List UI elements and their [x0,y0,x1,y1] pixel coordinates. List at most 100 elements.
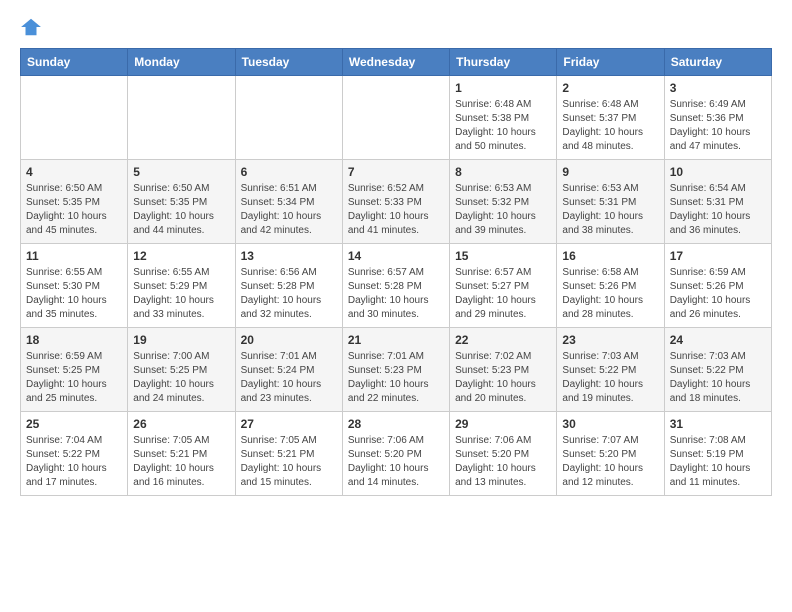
calendar-cell [128,76,235,160]
day-info: Sunrise: 6:52 AM Sunset: 5:33 PM Dayligh… [348,182,444,238]
calendar-week-row: 18 Sunrise: 6:59 AM Sunset: 5:25 PM Dayli… [21,328,772,412]
calendar-cell: 20 Sunrise: 7:01 AM Sunset: 5:24 PM Dayli… [235,328,342,412]
calendar-cell: 28 Sunrise: 7:06 AM Sunset: 5:20 PM Dayli… [342,412,449,496]
day-number: 25 [26,417,122,431]
day-number: 11 [26,249,122,263]
day-number: 23 [562,333,658,347]
day-number: 22 [455,333,551,347]
day-info: Sunrise: 6:51 AM Sunset: 5:34 PM Dayligh… [241,182,337,238]
day-number: 9 [562,165,658,179]
calendar-cell: 27 Sunrise: 7:05 AM Sunset: 5:21 PM Dayli… [235,412,342,496]
day-info: Sunrise: 7:01 AM Sunset: 5:23 PM Dayligh… [348,350,444,406]
calendar-cell: 13Sunrise: 6:56 AM Sunset: 5:28 PM Dayli… [235,244,342,328]
day-info: Sunrise: 7:05 AM Sunset: 5:21 PM Dayligh… [241,434,337,490]
day-info: Sunrise: 7:02 AM Sunset: 5:23 PM Dayligh… [455,350,551,406]
day-info: Sunrise: 7:06 AM Sunset: 5:20 PM Dayligh… [455,434,551,490]
calendar-cell: 15 Sunrise: 6:57 AM Sunset: 5:27 PM Dayli… [450,244,557,328]
day-number: 19 [133,333,229,347]
day-number: 26 [133,417,229,431]
day-number: 20 [241,333,337,347]
day-number: 24 [670,333,766,347]
header-monday: Monday [128,49,235,76]
day-info: Sunrise: 6:50 AM Sunset: 5:35 PM Dayligh… [133,182,229,238]
calendar-week-row: 11 Sunrise: 6:55 AM Sunset: 5:30 PM Dayli… [21,244,772,328]
header-sunday: Sunday [21,49,128,76]
calendar-week-row: 1Sunrise: 6:48 AM Sunset: 5:38 PM Daylig… [21,76,772,160]
day-number: 5 [133,165,229,179]
day-info: Sunrise: 6:57 AM Sunset: 5:27 PM Dayligh… [455,266,551,322]
calendar-cell: 21 Sunrise: 7:01 AM Sunset: 5:23 PM Dayli… [342,328,449,412]
page-header [20,16,772,38]
day-number: 3 [670,81,766,95]
day-info: Sunrise: 6:53 AM Sunset: 5:31 PM Dayligh… [562,182,658,238]
calendar-cell: 5 Sunrise: 6:50 AM Sunset: 5:35 PM Daylig… [128,160,235,244]
calendar-cell: 10 Sunrise: 6:54 AM Sunset: 5:31 PM Dayli… [664,160,771,244]
header-friday: Friday [557,49,664,76]
day-info: Sunrise: 7:05 AM Sunset: 5:21 PM Dayligh… [133,434,229,490]
day-info: Sunrise: 6:59 AM Sunset: 5:25 PM Dayligh… [26,350,122,406]
day-number: 27 [241,417,337,431]
day-number: 28 [348,417,444,431]
calendar-cell: 11 Sunrise: 6:55 AM Sunset: 5:30 PM Dayli… [21,244,128,328]
calendar-cell: 16 Sunrise: 6:58 AM Sunset: 5:26 PM Dayli… [557,244,664,328]
day-info: Sunrise: 6:48 AM Sunset: 5:37 PM Dayligh… [562,98,658,154]
day-info: Sunrise: 6:55 AM Sunset: 5:30 PM Dayligh… [26,266,122,322]
calendar-cell: 24 Sunrise: 7:03 AM Sunset: 5:22 PM Dayli… [664,328,771,412]
calendar-cell: 8Sunrise: 6:53 AM Sunset: 5:32 PM Daylig… [450,160,557,244]
calendar-cell: 22 Sunrise: 7:02 AM Sunset: 5:23 PM Dayli… [450,328,557,412]
day-info: Sunrise: 7:00 AM Sunset: 5:25 PM Dayligh… [133,350,229,406]
day-info: Sunrise: 6:48 AM Sunset: 5:38 PM Dayligh… [455,98,551,154]
day-info: Sunrise: 6:55 AM Sunset: 5:29 PM Dayligh… [133,266,229,322]
day-number: 18 [26,333,122,347]
day-number: 10 [670,165,766,179]
day-number: 17 [670,249,766,263]
day-info: Sunrise: 7:06 AM Sunset: 5:20 PM Dayligh… [348,434,444,490]
calendar-header-row: SundayMondayTuesdayWednesdayThursdayFrid… [21,49,772,76]
day-number: 7 [348,165,444,179]
header-saturday: Saturday [664,49,771,76]
calendar-cell: 2 Sunrise: 6:48 AM Sunset: 5:37 PM Daylig… [557,76,664,160]
calendar-cell [235,76,342,160]
calendar-week-row: 4Sunrise: 6:50 AM Sunset: 5:35 PM Daylig… [21,160,772,244]
calendar-cell: 18 Sunrise: 6:59 AM Sunset: 5:25 PM Dayli… [21,328,128,412]
calendar-cell: 14Sunrise: 6:57 AM Sunset: 5:28 PM Dayli… [342,244,449,328]
day-info: Sunrise: 7:01 AM Sunset: 5:24 PM Dayligh… [241,350,337,406]
day-number: 12 [133,249,229,263]
calendar-table: SundayMondayTuesdayWednesdayThursdayFrid… [20,48,772,496]
day-info: Sunrise: 6:59 AM Sunset: 5:26 PM Dayligh… [670,266,766,322]
logo-icon [20,16,42,38]
day-info: Sunrise: 6:50 AM Sunset: 5:35 PM Dayligh… [26,182,122,238]
calendar-cell: 9 Sunrise: 6:53 AM Sunset: 5:31 PM Daylig… [557,160,664,244]
calendar-week-row: 25Sunrise: 7:04 AM Sunset: 5:22 PM Dayli… [21,412,772,496]
calendar-cell: 6Sunrise: 6:51 AM Sunset: 5:34 PM Daylig… [235,160,342,244]
day-number: 15 [455,249,551,263]
calendar-cell: 19 Sunrise: 7:00 AM Sunset: 5:25 PM Dayli… [128,328,235,412]
day-info: Sunrise: 7:08 AM Sunset: 5:19 PM Dayligh… [670,434,766,490]
calendar-cell: 23 Sunrise: 7:03 AM Sunset: 5:22 PM Dayli… [557,328,664,412]
calendar-cell: 31 Sunrise: 7:08 AM Sunset: 5:19 PM Dayli… [664,412,771,496]
calendar-cell: 26 Sunrise: 7:05 AM Sunset: 5:21 PM Dayli… [128,412,235,496]
day-info: Sunrise: 6:54 AM Sunset: 5:31 PM Dayligh… [670,182,766,238]
day-number: 16 [562,249,658,263]
day-number: 2 [562,81,658,95]
day-info: Sunrise: 7:07 AM Sunset: 5:20 PM Dayligh… [562,434,658,490]
header-wednesday: Wednesday [342,49,449,76]
day-number: 31 [670,417,766,431]
calendar-cell [342,76,449,160]
calendar-cell: 7 Sunrise: 6:52 AM Sunset: 5:33 PM Daylig… [342,160,449,244]
calendar-cell: 17 Sunrise: 6:59 AM Sunset: 5:26 PM Dayli… [664,244,771,328]
day-info: Sunrise: 7:03 AM Sunset: 5:22 PM Dayligh… [562,350,658,406]
calendar-cell: 12 Sunrise: 6:55 AM Sunset: 5:29 PM Dayli… [128,244,235,328]
day-number: 8 [455,165,551,179]
header-thursday: Thursday [450,49,557,76]
day-info: Sunrise: 6:56 AM Sunset: 5:28 PM Dayligh… [241,266,337,322]
header-tuesday: Tuesday [235,49,342,76]
day-info: Sunrise: 7:03 AM Sunset: 5:22 PM Dayligh… [670,350,766,406]
calendar-cell: 29Sunrise: 7:06 AM Sunset: 5:20 PM Dayli… [450,412,557,496]
day-info: Sunrise: 6:58 AM Sunset: 5:26 PM Dayligh… [562,266,658,322]
calendar-cell: 30 Sunrise: 7:07 AM Sunset: 5:20 PM Dayli… [557,412,664,496]
day-number: 21 [348,333,444,347]
day-number: 30 [562,417,658,431]
day-info: Sunrise: 6:57 AM Sunset: 5:28 PM Dayligh… [348,266,444,322]
calendar-cell: 4Sunrise: 6:50 AM Sunset: 5:35 PM Daylig… [21,160,128,244]
